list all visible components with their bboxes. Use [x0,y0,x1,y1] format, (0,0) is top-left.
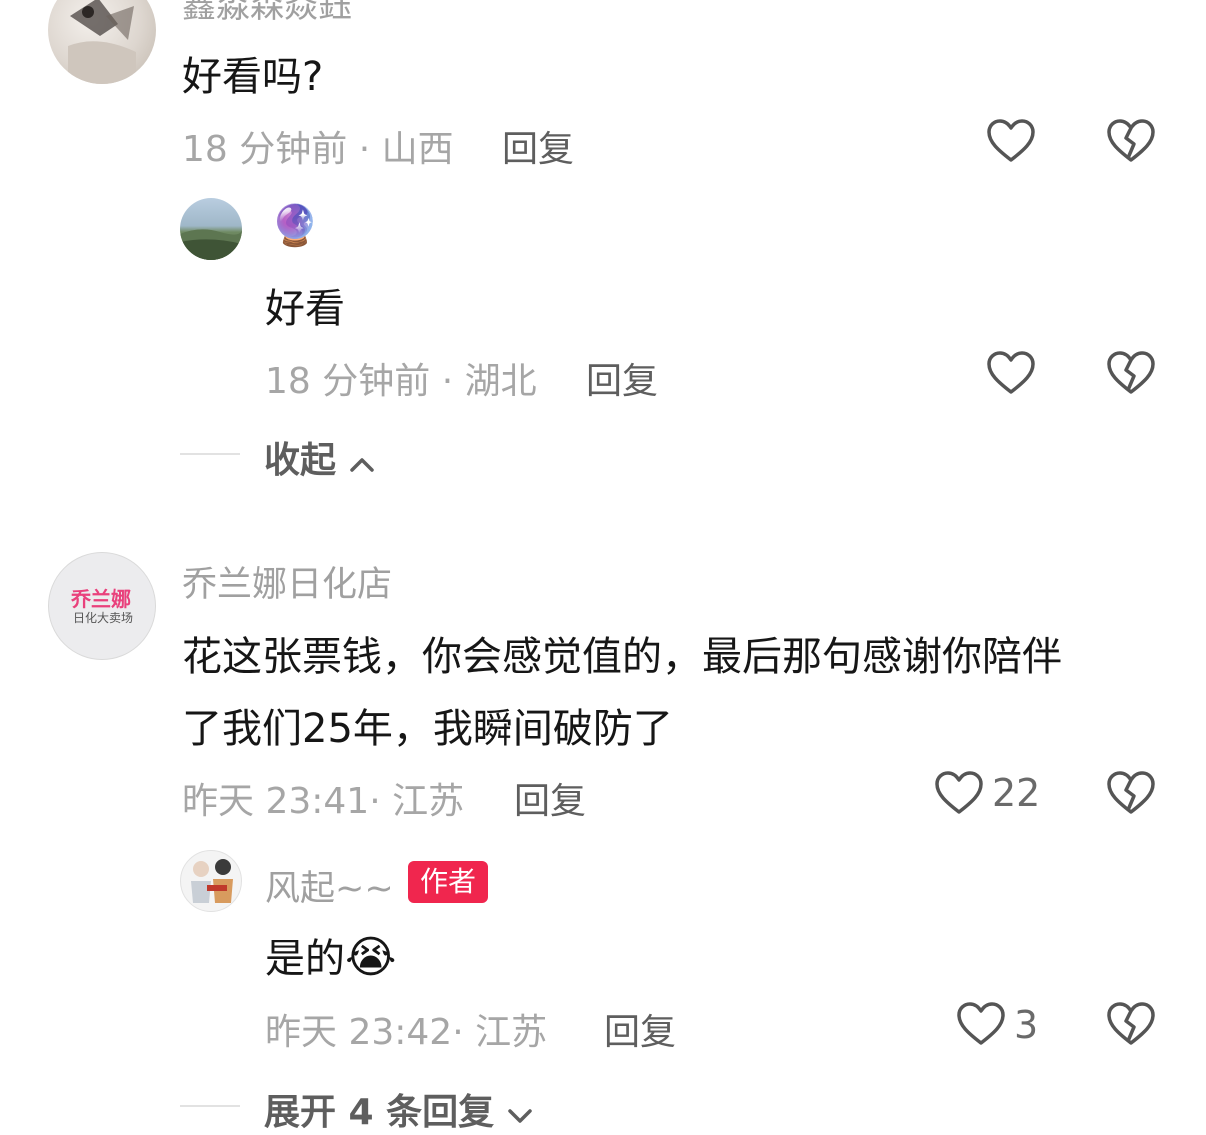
reply-text: 是的😭 [265,926,396,984]
broken-heart-icon[interactable] [1106,1001,1156,1047]
chevron-down-icon [507,1107,533,1125]
broken-heart-icon[interactable] [1106,770,1156,816]
avatar[interactable] [48,0,156,84]
avatar-logo-text: 乔兰娜 [71,587,131,611]
comment-username[interactable]: 乔兰娜日化店 [182,556,392,607]
comment-meta: 18 分钟前 · 山西 [182,129,454,170]
avatar[interactable]: 乔兰娜 日化大卖场 [48,552,156,660]
reply-meta: 昨天 23:42· 江苏 [265,1012,548,1053]
reply-button[interactable]: 回复 [604,1003,676,1055]
expand-replies-button[interactable]: 展开 4 条回复 [264,1083,533,1133]
avatar-logo-subtext: 日化大卖场 [73,611,134,625]
divider-line [180,1105,240,1107]
comment-username[interactable]: 鑫淼森焱鈺 [182,0,352,27]
comment-text: 好看吗? [182,54,324,100]
like-count: 22 [992,771,1041,815]
reply-username[interactable]: 风起~~ [265,860,394,911]
comment-text-line1: 花这张票钱，你会感觉值的，最后那句感谢你陪伴 [182,634,1062,680]
collapse-label: 收起 [264,440,337,481]
reply-meta: 18 分钟前 · 湖北 [265,361,537,402]
crying-face-emoji: 😭 [345,932,397,983]
reply-button[interactable]: 回复 [586,352,658,404]
reply-text: 好看 [265,286,345,332]
like-count: 3 [1014,1003,1039,1047]
avatar[interactable] [180,850,242,912]
expand-label: 展开 4 条回复 [264,1092,495,1133]
heart-icon[interactable] [986,350,1036,396]
divider-line [180,453,240,455]
heart-icon[interactable] [934,770,984,816]
heart-icon[interactable] [956,1001,1006,1047]
crystal-ball-emoji: 🔮 [270,203,320,249]
collapse-replies-button[interactable]: 收起 [264,431,375,481]
reply-button[interactable]: 回复 [514,772,586,824]
chevron-up-icon [349,455,375,473]
comment-text-line2: 了我们25年，我瞬间破防了 [182,706,673,752]
broken-heart-icon[interactable] [1106,118,1156,164]
heart-icon[interactable] [986,118,1036,164]
avatar[interactable] [180,198,242,260]
broken-heart-icon[interactable] [1106,350,1156,396]
author-badge: 作者 [408,861,489,903]
reply-button[interactable]: 回复 [502,120,574,172]
reply-text-content: 是的 [265,936,345,982]
comment-meta: 昨天 23:41· 江苏 [182,781,465,822]
